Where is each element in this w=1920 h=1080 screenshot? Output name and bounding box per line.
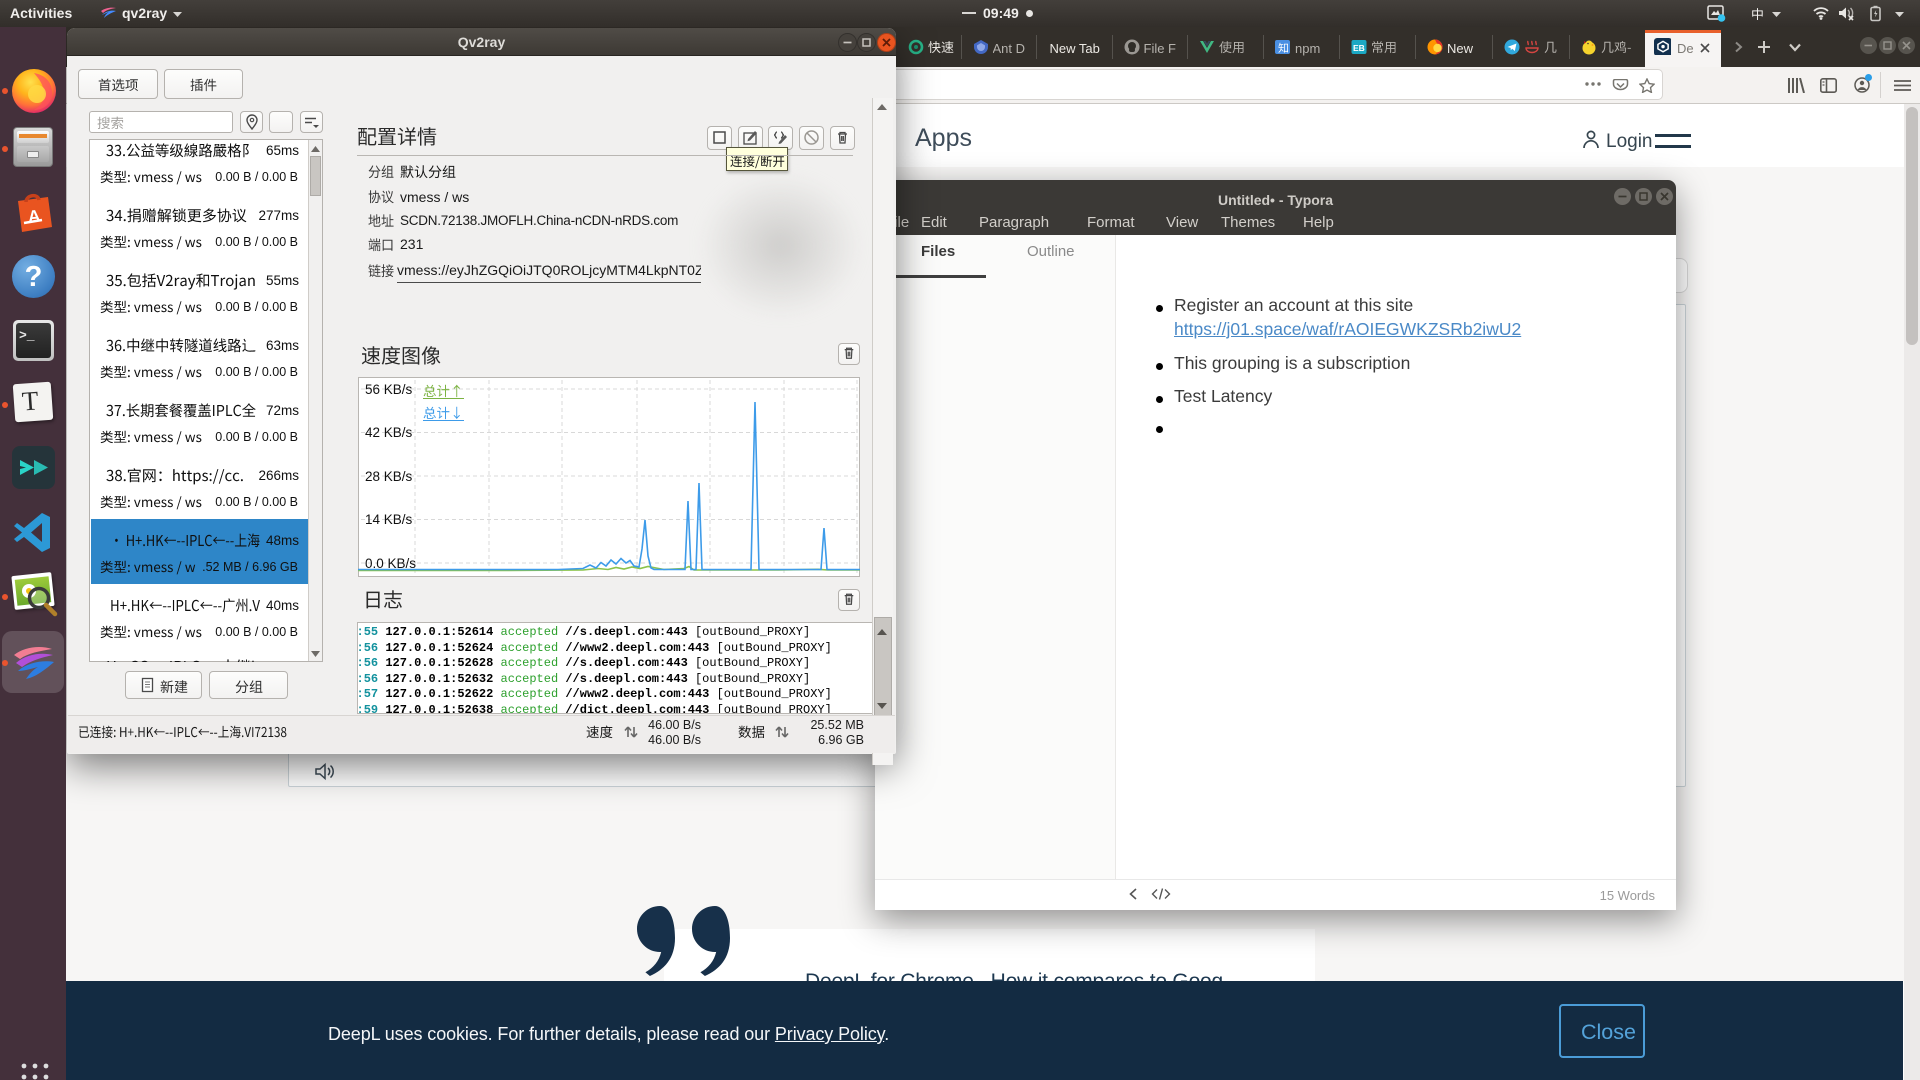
svg-text:A: A — [27, 206, 41, 226]
